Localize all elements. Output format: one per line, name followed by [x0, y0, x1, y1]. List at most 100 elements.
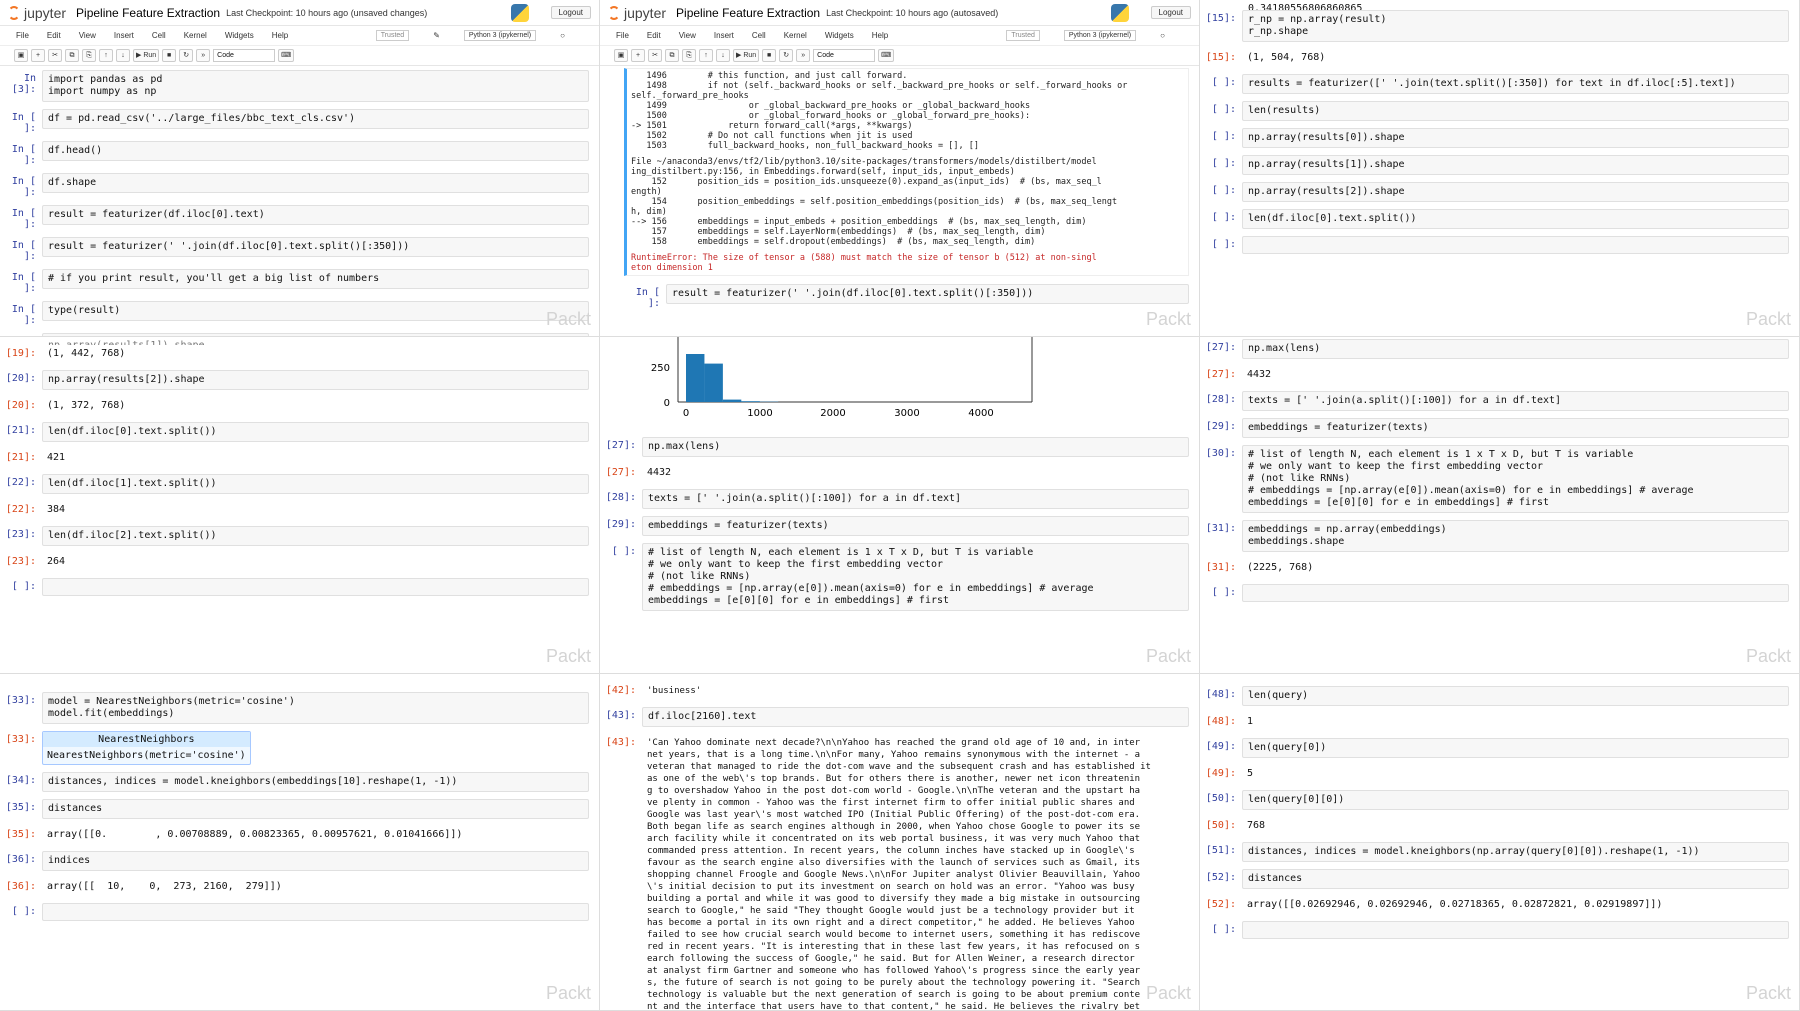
cell-type-select[interactable]: Code — [213, 49, 276, 62]
cell-source[interactable]: distances, indices = model.kneighbors(np… — [1242, 842, 1789, 862]
menu-widgets[interactable]: Widgets — [225, 31, 254, 40]
menu-kernel[interactable]: Kernel — [784, 31, 807, 40]
menu-help[interactable]: Help — [272, 31, 288, 40]
cell-source[interactable]: np.max(lens) — [1242, 339, 1789, 359]
trusted-badge[interactable]: Trusted — [1006, 30, 1040, 41]
cell-source[interactable]: df.head() — [42, 141, 589, 161]
code-cell[interactable]: [ ]: — [1200, 584, 1789, 602]
menu-cell[interactable]: Cell — [152, 31, 166, 40]
cell-source[interactable]: len(query) — [1242, 686, 1789, 706]
cell-source[interactable]: results = featurizer([' '.join(text.spli… — [1242, 74, 1789, 94]
keyboard-icon[interactable]: ⌨ — [878, 49, 895, 62]
cell-source[interactable]: len(results) — [1242, 101, 1789, 121]
code-cell[interactable]: [34]: distances, indices = model.kneighbo… — [0, 772, 589, 792]
output-cell[interactable]: [33]: NearestNeighbors NearestNeighbors(me… — [0, 731, 589, 765]
code-cell[interactable]: [52]: distances — [1200, 869, 1789, 889]
code-cell[interactable]: [31]: embeddings = np.array(embeddings) e… — [1200, 520, 1789, 552]
cell-source[interactable]: # list of length N, each element is 1 x … — [642, 543, 1189, 611]
cell-source[interactable]: np.array(results[2]).shape — [42, 370, 589, 390]
copy-icon[interactable]: ⧉ — [665, 49, 679, 62]
move-down-icon[interactable]: ↓ — [116, 49, 130, 62]
cell-source[interactable]: len(df.iloc[2].text.split()) — [42, 526, 589, 546]
menu-file[interactable]: File — [16, 31, 29, 40]
menu-insert[interactable]: Insert — [714, 31, 734, 40]
run-button[interactable]: ▶ Run — [133, 49, 160, 62]
menu-help[interactable]: Help — [872, 31, 888, 40]
code-cell[interactable]: [29]: embeddings = featurizer(texts) — [1200, 418, 1789, 438]
logout-button[interactable]: Logout — [1150, 6, 1191, 19]
code-cell[interactable]: [ ]: — [1200, 236, 1789, 254]
paste-icon[interactable]: ⎘ — [682, 49, 696, 62]
menu-kernel[interactable]: Kernel — [184, 31, 207, 40]
cell-source[interactable]: distances — [42, 799, 589, 819]
cell-source[interactable]: len(df.iloc[1].text.split()) — [42, 474, 589, 494]
code-cell[interactable]: [30]: # list of length N, each element is… — [1200, 445, 1789, 513]
cell-source[interactable]: len(query[0][0]) — [1242, 790, 1789, 810]
move-up-icon[interactable]: ↑ — [99, 49, 113, 62]
code-cell[interactable]: [43]: df.iloc[2160].text — [600, 707, 1189, 727]
restart-icon[interactable]: ↻ — [779, 49, 794, 62]
cell-source[interactable] — [1242, 584, 1789, 602]
cut-icon[interactable]: ✂ — [648, 49, 662, 62]
code-cell[interactable]: [28]: texts = [' '.join(a.split()[:100]) … — [1200, 391, 1789, 411]
code-cell[interactable]: [ ]: np.array(results[0]).shape — [1200, 128, 1789, 148]
code-cell[interactable]: [22]: len(df.iloc[1].text.split()) — [0, 474, 589, 494]
run-button[interactable]: ▶ Run — [733, 49, 760, 62]
copy-icon[interactable]: ⧉ — [65, 49, 79, 62]
code-cell[interactable]: [51]: distances, indices = model.kneighbo… — [1200, 842, 1789, 862]
cell-type-select[interactable]: Code — [813, 49, 876, 62]
cell-source[interactable]: np.array(results[2]).shape — [1242, 182, 1789, 202]
add-cell-icon[interactable]: + — [31, 49, 45, 62]
cell-source[interactable]: embeddings = featurizer(texts) — [1242, 418, 1789, 438]
code-cell[interactable]: In [ ]: result = featurizer(' '.join(df.… — [624, 284, 1189, 309]
code-cell[interactable]: [49]: len(query[0]) — [1200, 738, 1789, 758]
menu-cell[interactable]: Cell — [752, 31, 766, 40]
code-cell[interactable]: In [ ]: # if you print result, you'll get… — [0, 269, 589, 294]
cell-source[interactable]: df = pd.read_csv('../large_files/bbc_tex… — [42, 109, 589, 129]
cell-source[interactable]: texts = [' '.join(a.split()[:100]) for a… — [642, 489, 1189, 509]
cell-source[interactable]: np.array(results[0]).shape — [1242, 128, 1789, 148]
cell-source[interactable]: embeddings = np.array(embeddings) embedd… — [1242, 520, 1789, 552]
cell-source[interactable]: len(df.iloc[0].text.split()) — [1242, 209, 1789, 229]
code-cell[interactable]: [21]: len(df.iloc[0].text.split()) — [0, 422, 589, 442]
stop-icon[interactable]: ■ — [162, 49, 177, 62]
code-cell[interactable]: [ ]: len(results) — [1200, 101, 1789, 121]
trusted-badge[interactable]: Trusted — [375, 30, 410, 41]
cell-source[interactable]: len(query[0]) — [1242, 738, 1789, 758]
add-cell-icon[interactable]: + — [631, 49, 645, 62]
cell-source[interactable]: indices — [42, 851, 589, 871]
code-cell[interactable]: In [3]: import pandas as pd import numpy … — [0, 70, 589, 102]
stop-icon[interactable]: ■ — [762, 49, 777, 62]
cell-source[interactable]: np.array(results[1]).shape — [1242, 155, 1789, 175]
code-cell[interactable]: [48]: len(query) — [1200, 686, 1789, 706]
menu-widgets[interactable]: Widgets — [825, 31, 854, 40]
code-cell[interactable]: In [ ]: result = featurizer(' '.join(df.i… — [0, 237, 589, 262]
restart-icon[interactable]: ↻ — [179, 49, 194, 62]
cell-source[interactable]: result = featurizer(df.iloc[0].text) — [42, 205, 589, 225]
cell-source[interactable]: df.shape — [42, 173, 589, 193]
cell-source[interactable]: type(result) — [42, 301, 589, 321]
cell-source[interactable]: model = NearestNeighbors(metric='cosine'… — [42, 692, 589, 724]
code-cell[interactable]: In [ ]: df.shape — [0, 173, 589, 198]
code-cell[interactable]: [ ]: # list of length N, each element is … — [600, 543, 1189, 611]
jupyter-logo[interactable]: jupyter — [608, 5, 666, 21]
code-cell[interactable]: [27]: np.max(lens) — [600, 437, 1189, 457]
cell-source[interactable]: import pandas as pd import numpy as np — [42, 70, 589, 102]
code-cell[interactable]: [ ]: np.array(results[2]).shape — [1200, 182, 1789, 202]
code-cell[interactable]: [ ]: — [0, 578, 589, 596]
code-cell[interactable]: [50]: len(query[0][0]) — [1200, 790, 1789, 810]
code-cell[interactable]: [28]: texts = [' '.join(a.split()[:100]) … — [600, 489, 1189, 509]
save-icon[interactable]: ▣ — [614, 49, 628, 62]
estimator-title[interactable]: NearestNeighbors — [43, 732, 250, 747]
estimator-widget[interactable]: NearestNeighbors NearestNeighbors(metric=… — [42, 731, 251, 765]
save-icon[interactable]: ▣ — [14, 49, 28, 62]
paste-icon[interactable]: ⎘ — [82, 49, 96, 62]
move-up-icon[interactable]: ↑ — [699, 49, 713, 62]
code-cell[interactable]: [20]: np.array(results[2]).shape — [0, 370, 589, 390]
fast-forward-icon[interactable]: » — [196, 49, 211, 62]
cut-icon[interactable]: ✂ — [48, 49, 62, 62]
fast-forward-icon[interactable]: » — [796, 49, 811, 62]
cell-source[interactable]: np.max(lens) — [642, 437, 1189, 457]
menu-view[interactable]: View — [79, 31, 96, 40]
cell-source[interactable]: df.iloc[2160].text — [642, 707, 1189, 727]
